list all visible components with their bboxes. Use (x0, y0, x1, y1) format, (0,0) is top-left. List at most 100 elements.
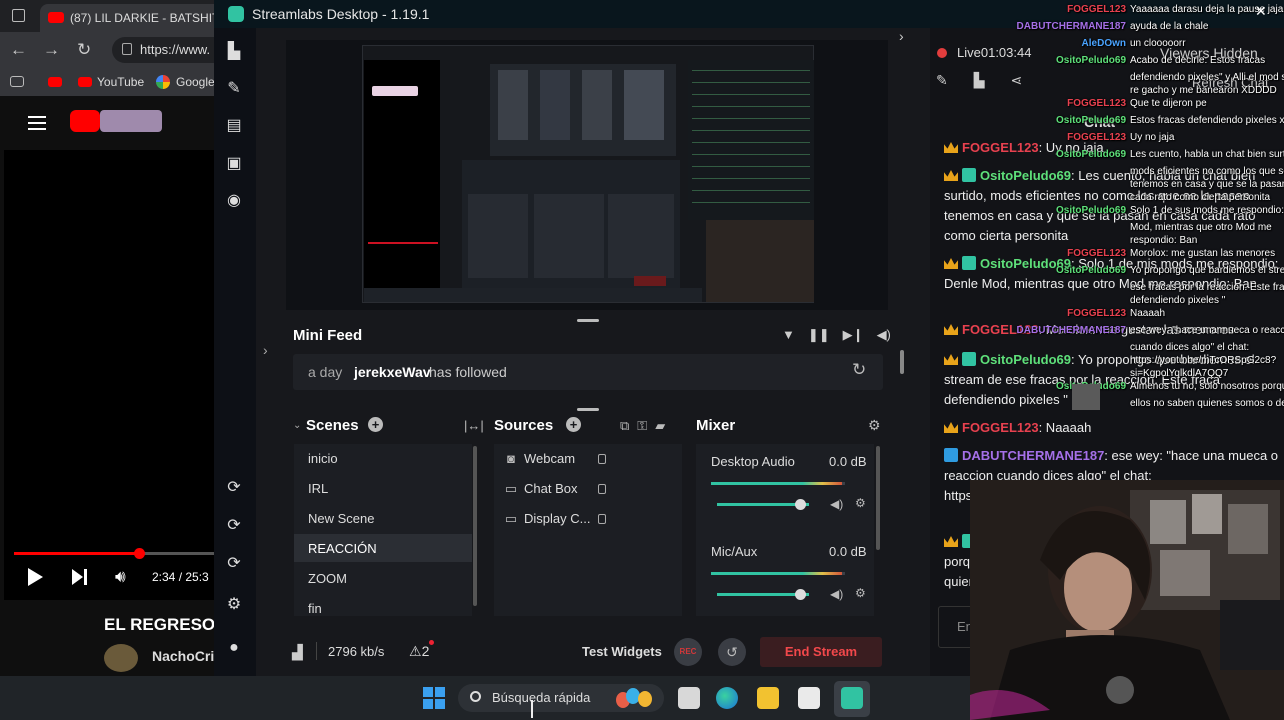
source-item-webcam[interactable]: ◙ Webcam (504, 451, 575, 466)
reload-icon[interactable]: ↻ (77, 40, 91, 60)
scene-item-irl[interactable]: IRL (294, 474, 472, 502)
end-stream-button[interactable]: End Stream (760, 637, 882, 667)
selective-recording-icon[interactable]: ⧉ (620, 418, 629, 434)
streamlabs-taskbar-icon[interactable] (841, 687, 863, 709)
editor-icon[interactable]: ▙ (226, 44, 242, 60)
edit-stream-info-icon[interactable]: ✎ (936, 72, 948, 89)
mute-speaker-icon[interactable]: ◀) (830, 587, 843, 601)
lock-icon[interactable] (598, 514, 606, 524)
app-icon[interactable]: ⟳ (226, 556, 242, 572)
mixer-scrollbar[interactable] (876, 446, 880, 550)
scene-item-fin[interactable]: fin (294, 594, 472, 616)
youtube-video-player[interactable] (4, 150, 230, 600)
scene-item-inicio[interactable]: inicio (294, 444, 472, 472)
file-explorer-icon[interactable] (757, 687, 779, 709)
scene-item-zoom[interactable]: ZOOM (294, 564, 472, 592)
scene-item-new-scene[interactable]: New Scene (294, 504, 472, 532)
chat-username[interactable]: FOGGEL123 (962, 420, 1039, 435)
store-icon[interactable] (798, 687, 820, 709)
address-bar[interactable]: https://www. (112, 37, 230, 63)
task-view-icon[interactable] (678, 687, 700, 709)
app-icon[interactable]: ⟳ (226, 518, 242, 534)
mute-speaker-icon[interactable]: ◀) (830, 497, 843, 511)
edge-browser-icon[interactable] (716, 687, 738, 709)
preview-webcam-region (706, 220, 814, 302)
overlay-chat-line: OsitoPeludo69 Solo 1 de sus mods me respo… (1056, 205, 1284, 217)
dashboard-icon[interactable]: ▙ (974, 72, 985, 89)
channel-name[interactable]: NachoCri (152, 648, 214, 664)
folder-icon[interactable]: ▰ (655, 418, 665, 434)
play-icon[interactable] (28, 568, 43, 586)
filter-icon[interactable]: ▼ (782, 327, 795, 342)
record-button[interactable]: REC (674, 638, 702, 666)
add-scene-button[interactable]: + (368, 417, 383, 435)
themes-icon[interactable]: ✎ (226, 81, 242, 97)
volume-icon[interactable]: ◀) (877, 327, 891, 343)
channel-settings-gear-icon[interactable]: ⚙ (855, 586, 866, 600)
resize-handle[interactable] (577, 319, 599, 322)
feed-scrollbar[interactable] (900, 350, 904, 374)
sources-title: Sources (494, 417, 554, 434)
youtube-logo-icon[interactable] (70, 110, 100, 132)
bookmark-google[interactable]: Google (176, 75, 215, 89)
windows-start-icon[interactable] (423, 687, 445, 709)
overlay-chat-text: Estos fracas defendiendo pixeles xd (1130, 115, 1284, 126)
highlighter-icon[interactable]: ◉ (226, 193, 242, 209)
lock-icon[interactable] (598, 484, 606, 494)
video-scrubber-handle[interactable] (134, 548, 145, 559)
pause-icon[interactable]: ❚❚ (808, 327, 830, 343)
overlay-chat-username: OsitoPeludo69 (1055, 115, 1126, 126)
repeat-alert-icon[interactable]: ↻ (852, 360, 866, 380)
channel-avatar[interactable] (104, 644, 138, 672)
source-settings-icon[interactable]: ⚿ (637, 418, 647, 434)
performance-stats-icon[interactable]: ▟ (292, 644, 303, 661)
chat-input[interactable]: En (938, 606, 974, 648)
warning-icon[interactable]: ⚠2 (409, 643, 429, 660)
scene-item-reaccion[interactable]: REACCIÓN (294, 534, 472, 562)
store-icon[interactable]: ▤ (226, 118, 242, 134)
source-item-display-capture[interactable]: ▭ Display C... (504, 511, 591, 527)
chevron-down-icon[interactable]: ⌄ (293, 420, 301, 431)
preview-content-block (582, 70, 612, 140)
balloons-icon[interactable] (616, 688, 658, 708)
profile-icon[interactable]: ● (226, 640, 242, 656)
source-item-chat-box[interactable]: ▭ Chat Box (504, 481, 578, 497)
sources-toolbar: ⧉ ⚿ ▰ (620, 418, 673, 434)
chat-username[interactable]: FOGGEL123 (962, 140, 1039, 155)
overlay-chat-text: ese fracas por la reaccion. Este fraca (1130, 282, 1284, 293)
add-source-button[interactable]: + (566, 417, 581, 435)
studio-mode-icon[interactable]: ▣ (226, 156, 242, 172)
settings-gear-icon[interactable]: ⚙ (226, 597, 242, 613)
tab-actions-icon[interactable] (12, 9, 25, 22)
volume-slider-knob[interactable] (795, 589, 806, 600)
next-icon[interactable] (72, 569, 83, 585)
crown-badge-icon (944, 324, 958, 335)
test-widgets-button[interactable]: Test Widgets (582, 644, 662, 659)
close-icon[interactable]: ✕ (1255, 3, 1267, 20)
skip-icon[interactable]: ▶❙ (843, 327, 864, 343)
youtube-favicon-icon (48, 12, 64, 23)
menu-icon[interactable] (28, 116, 46, 118)
back-arrow-icon[interactable]: ← (10, 40, 27, 60)
scenes-scrollbar[interactable] (473, 446, 477, 606)
forward-arrow-icon[interactable]: → (43, 40, 60, 60)
bookmark-youtube[interactable]: YouTube (97, 75, 144, 89)
browser-tab[interactable]: (87) LIL DARKIE - BATSHIT (M (40, 4, 230, 32)
volume-slider-knob[interactable] (795, 499, 806, 510)
chevron-right-icon[interactable]: › (899, 28, 904, 44)
channel-settings-gear-icon[interactable]: ⚙ (855, 496, 866, 510)
resize-handle[interactable] (577, 408, 599, 411)
overlay-chat-line: cada rato como cierta personita (1130, 192, 1270, 204)
app-icon[interactable]: ⟳ (226, 480, 242, 496)
plus-icon: + (368, 417, 383, 432)
replay-buffer-icon[interactable]: ↺ (718, 638, 746, 666)
preview-content-block (468, 194, 528, 278)
mixer-settings-gear-icon[interactable]: ⚙ (868, 417, 881, 434)
lock-icon[interactable] (598, 454, 606, 464)
chevron-right-icon[interactable]: › (263, 342, 268, 358)
scene-transitions-icon[interactable]: |↔| (464, 418, 484, 433)
volume-icon[interactable]: 🔊︎ (115, 567, 126, 587)
preview-taskbar (364, 288, 702, 302)
share-icon[interactable]: ⋖ (1011, 72, 1023, 89)
reading-list-icon[interactable] (10, 76, 24, 87)
